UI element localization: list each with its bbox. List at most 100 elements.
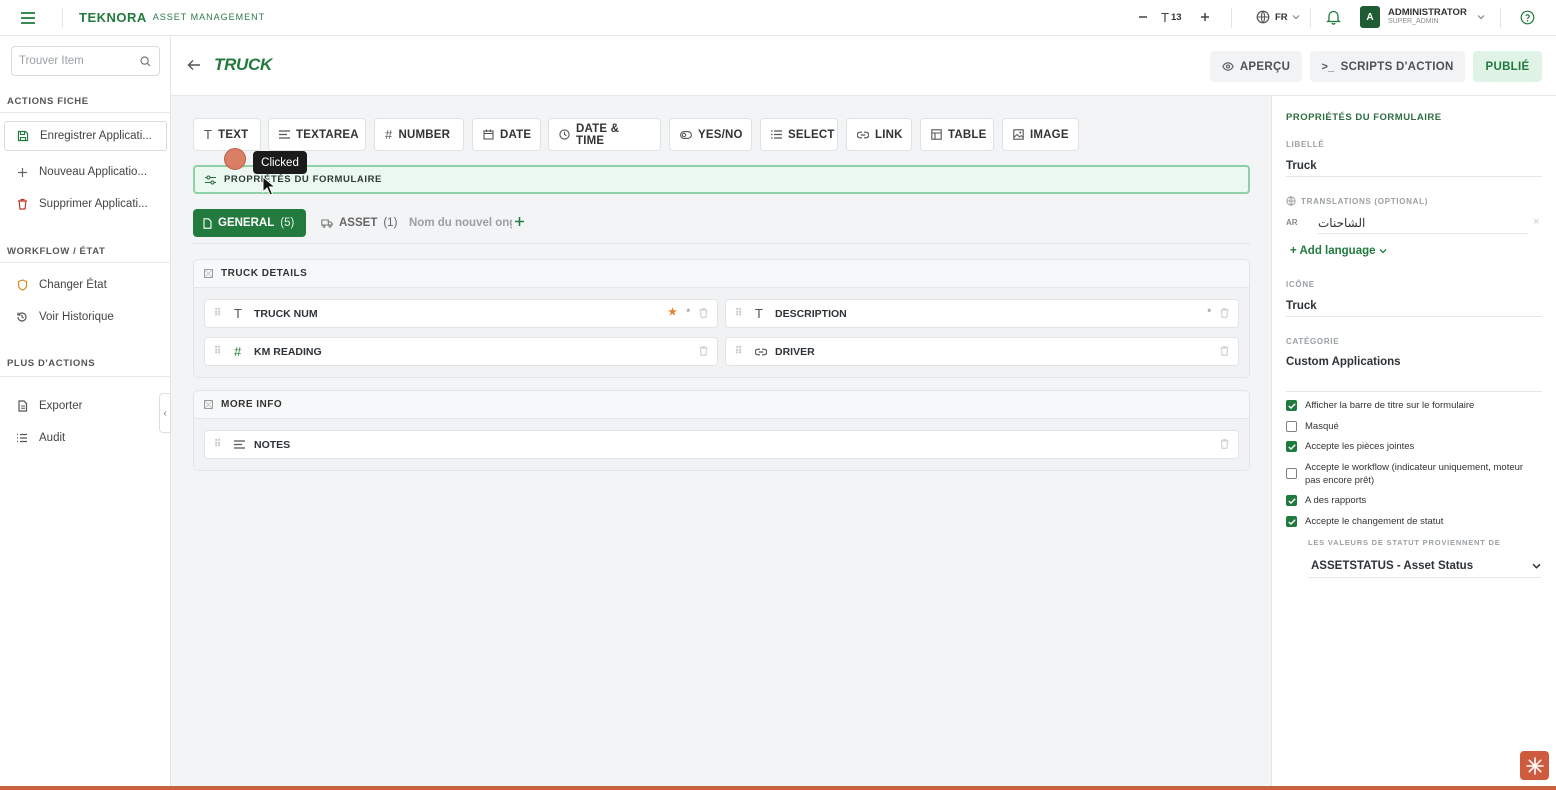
brand-name: TEKNORA <box>79 9 147 25</box>
brand-logo[interactable]: TEKNORA ASSET MANAGEMENT <box>79 9 265 25</box>
history-icon <box>16 311 28 323</box>
checkbox-row[interactable]: Afficher la barre de titre sur le formul… <box>1286 399 1546 412</box>
calendar-icon <box>483 129 494 140</box>
sidebar-item-audit[interactable]: Audit <box>4 423 167 453</box>
checkbox-checked[interactable] <box>1286 441 1297 452</box>
field-type-link-button[interactable]: LINK <box>846 118 912 151</box>
trash-icon[interactable] <box>699 346 708 356</box>
decrease-font-icon[interactable] <box>1138 12 1148 22</box>
field-type-label: LINK <box>875 128 903 141</box>
field-type-date-button[interactable]: DATE <box>472 118 541 151</box>
checkbox-row[interactable]: Accepte le workflow (indicateur uniqueme… <box>1286 461 1546 487</box>
category-field[interactable]: Custom Applications <box>1286 352 1542 392</box>
hamburger-menu-icon[interactable] <box>20 11 36 25</box>
help-icon[interactable] <box>1520 10 1535 25</box>
trash-icon[interactable] <box>1220 308 1229 318</box>
text-size-icon: T <box>1161 10 1169 25</box>
search-input[interactable] <box>12 47 132 75</box>
section-header[interactable]: MORE INFO <box>194 391 1249 419</box>
checkbox-row[interactable]: Accepte le changement de statut <box>1286 515 1546 528</box>
chevron-down-icon <box>1379 248 1387 254</box>
sidebar-item-label: Enregistrer Applicati... <box>40 130 152 142</box>
sidebar-item-history[interactable]: Voir Historique <box>4 302 167 332</box>
field-type-number-button[interactable]: # NUMBER <box>374 118 464 151</box>
field-row[interactable]: ⠿ T TRUCK NUM ★ * <box>204 299 718 328</box>
search-icon[interactable] <box>140 56 151 67</box>
assistant-icon[interactable] <box>1520 751 1549 780</box>
sidebar-item-save[interactable]: Enregistrer Applicati... <box>4 121 167 151</box>
language-selector[interactable]: FR <box>1256 10 1300 24</box>
section-header[interactable]: TRUCK DETAILS <box>194 260 1249 288</box>
drag-handle-icon[interactable]: ⠿ <box>214 308 228 319</box>
tab-asset[interactable]: ASSET (1) <box>313 209 403 237</box>
tab-count: (5) <box>280 217 295 229</box>
field-row[interactable]: ⠿ # KM READING <box>204 337 718 366</box>
drag-handle-icon[interactable]: ⠿ <box>735 346 749 357</box>
field-row[interactable]: ⠿ DRIVER <box>725 337 1239 366</box>
drag-handle-icon[interactable]: ⠿ <box>214 346 228 357</box>
publish-button[interactable]: PUBLIÉ <box>1473 51 1542 82</box>
field-row[interactable]: ⠿ NOTES <box>204 430 1239 459</box>
preview-label: APERÇU <box>1239 60 1291 73</box>
action-scripts-button[interactable]: >_ SCRIPTS D'ACTION <box>1310 51 1465 82</box>
field-type-image-button[interactable]: IMAGE <box>1002 118 1079 151</box>
checkbox-checked[interactable] <box>1286 516 1297 527</box>
file-icon <box>203 217 212 229</box>
sidebar-item-new[interactable]: Nouveau Applicatio... <box>4 157 167 187</box>
checkbox-unchecked[interactable] <box>1286 421 1297 432</box>
clicked-tooltip: Clicked <box>253 151 307 174</box>
checkbox-row[interactable]: Accepte les pièces jointes <box>1286 440 1546 453</box>
field-label: KM READING <box>254 345 322 358</box>
language-code: FR <box>1275 11 1288 23</box>
status-source-value: ASSETSTATUS - Asset Status <box>1311 559 1474 572</box>
drag-handle-icon[interactable]: ⠿ <box>735 308 749 319</box>
checkbox-unchecked[interactable] <box>1286 468 1297 479</box>
trash-icon[interactable] <box>699 308 708 318</box>
section-grid-icon <box>204 269 213 278</box>
preview-button[interactable]: APERÇU <box>1210 51 1302 82</box>
field-type-table-button[interactable]: TABLE <box>920 118 994 151</box>
new-tab-name-input[interactable] <box>409 213 512 233</box>
plus-icon <box>16 166 28 178</box>
save-icon <box>17 130 29 142</box>
sidebar-search[interactable] <box>11 46 160 76</box>
field-type-yesno-button[interactable]: YES/NO <box>669 118 752 151</box>
notification-bell-icon[interactable] <box>1326 9 1341 25</box>
add-language-button[interactable]: + Add language <box>1290 245 1387 257</box>
icon-field[interactable]: Truck <box>1286 295 1542 317</box>
page-header: TRUCK APERÇU >_ SCRIPTS D'ACTION PUBLIÉ <box>171 36 1556 96</box>
add-tab-plus-icon[interactable] <box>514 216 525 227</box>
trash-icon[interactable] <box>1220 439 1229 449</box>
asterisk-icon: * <box>686 307 690 317</box>
chevron-left-icon: ‹ <box>163 407 167 419</box>
field-row[interactable]: ⠿ T DESCRIPTION * <box>725 299 1239 328</box>
sidebar-item-delete[interactable]: Supprimer Applicati... <box>4 189 167 219</box>
label-value: Truck <box>1286 159 1317 172</box>
increase-font-icon[interactable] <box>1200 12 1210 22</box>
checkbox-row[interactable]: Masqué <box>1286 420 1546 433</box>
asterisk-icon: * <box>1207 307 1211 317</box>
status-source-select[interactable]: ASSETSTATUS - Asset Status <box>1308 554 1541 578</box>
category-caption: CATÉGORIE <box>1286 337 1340 346</box>
sidebar-item-change-state[interactable]: Changer État <box>4 270 167 300</box>
field-type-textarea-button[interactable]: TEXTAREA <box>268 118 366 151</box>
checkbox-checked[interactable] <box>1286 400 1297 411</box>
chevron-down-icon <box>1292 14 1300 20</box>
checkbox-checked[interactable] <box>1286 495 1297 506</box>
checkbox-row[interactable]: A des rapports <box>1286 494 1546 507</box>
back-arrow-icon[interactable] <box>187 59 201 71</box>
tab-general[interactable]: GENERAL (5) <box>193 209 306 237</box>
close-icon[interactable]: × <box>1533 216 1539 228</box>
label-field[interactable]: Truck <box>1286 155 1542 177</box>
sidebar-item-export[interactable]: Exporter <box>4 391 167 421</box>
field-type-text-button[interactable]: T TEXT <box>193 118 261 151</box>
collapse-sidebar-button[interactable]: ‹ <box>159 393 171 433</box>
user-menu[interactable]: A ADMINISTRATOR SUPER_ADMIN <box>1360 6 1485 28</box>
field-type-select-button[interactable]: SELECT <box>760 118 838 151</box>
truck-icon <box>321 218 333 228</box>
field-type-datetime-button[interactable]: DATE & TIME <box>548 118 661 151</box>
translation-input[interactable]: الشاحنات <box>1318 212 1528 234</box>
trash-icon[interactable] <box>1220 346 1229 356</box>
drag-handle-icon[interactable]: ⠿ <box>214 439 228 450</box>
form-properties-bar[interactable]: PROPRIÉTÉS DU FORMULAIRE <box>193 165 1250 194</box>
